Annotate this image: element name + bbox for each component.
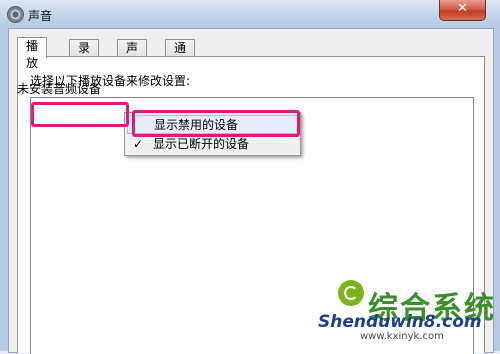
highlight-box-no-device	[31, 102, 129, 127]
menu-item-show-disconnected[interactable]: ✓ 显示已断开的设备	[127, 135, 298, 154]
tab-sounds[interactable]: 声音	[117, 39, 148, 72]
tab-communications[interactable]: 通信	[165, 39, 196, 72]
checkmark-icon: ✓	[133, 137, 144, 151]
tab-recording[interactable]: 录制	[69, 39, 100, 72]
highlight-box-show-disabled	[132, 110, 300, 137]
tab-playback[interactable]: 播放	[17, 37, 48, 70]
watermark-url: www.kxinyk.com	[360, 331, 444, 342]
close-button[interactable]: ✕	[439, 0, 486, 21]
watermark-logo-icon	[338, 280, 364, 306]
title-bar[interactable]: 声音 ✕	[0, 0, 500, 28]
menu-item-label: 显示已断开的设备	[153, 137, 250, 151]
no-device-message: 未安装音频设备	[17, 82, 102, 96]
speaker-icon	[7, 6, 24, 23]
watermark-brand: Shenduwin8.com	[318, 312, 482, 332]
window-title: 声音	[28, 9, 53, 23]
sound-dialog-window: 声音 ✕ 播放 录制 声音 通信 选择以下播放设备来修改设置: 未安装音频设备 …	[0, 0, 500, 354]
